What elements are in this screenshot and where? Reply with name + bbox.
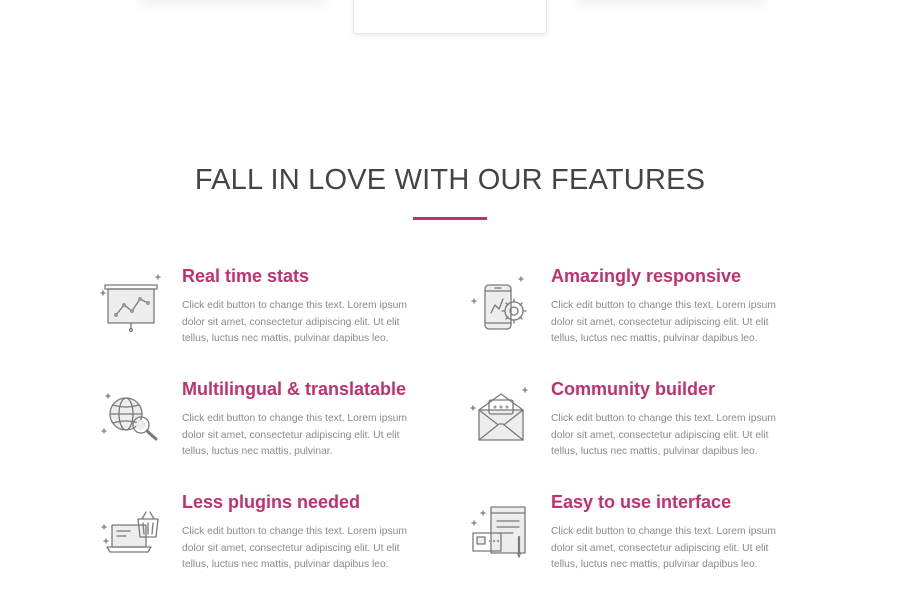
page: FALL IN LOVE WITH OUR FEATURES Real time… bbox=[0, 0, 900, 600]
feature-description: Click edit button to change this text. L… bbox=[551, 300, 776, 344]
mobile-gear-icon bbox=[469, 271, 531, 333]
globe-search-icon bbox=[100, 384, 162, 446]
feature-title: Amazingly responsive bbox=[551, 266, 742, 286]
laptop-basket-icon bbox=[100, 497, 162, 559]
presentation-chart-icon bbox=[100, 271, 162, 333]
document-pen-icon bbox=[469, 497, 531, 559]
feature-easy-interface: Easy to use interface Click edit button … bbox=[469, 491, 829, 591]
section-title: FALL IN LOVE WITH OUR FEATURES bbox=[194, 164, 706, 196]
feature-less-plugins: Less plugins needed Click edit button to… bbox=[100, 491, 460, 591]
previous-section-card bbox=[353, 0, 547, 34]
feature-real-time-stats: Real time stats Click edit button to cha… bbox=[100, 265, 460, 365]
feature-title: Less plugins needed bbox=[182, 492, 361, 512]
feature-description: Click edit button to change this text. L… bbox=[551, 526, 776, 570]
feature-community-builder: Community builder Click edit button to c… bbox=[469, 378, 829, 478]
feature-description: Click edit button to change this text. L… bbox=[182, 526, 407, 570]
feature-description: Click edit button to change this text. L… bbox=[551, 413, 776, 457]
feature-title: Easy to use interface bbox=[551, 492, 732, 512]
feature-description: Click edit button to change this text. L… bbox=[182, 300, 407, 344]
feature-description: Click edit button to change this text. L… bbox=[182, 413, 407, 457]
feature-title: Multilingual & translatable bbox=[182, 379, 407, 399]
feature-amazingly-responsive: Amazingly responsive Click edit button t… bbox=[469, 265, 829, 365]
feature-multilingual: Multilingual & translatable Click edit b… bbox=[100, 378, 460, 478]
title-divider bbox=[413, 217, 487, 220]
envelope-chat-icon bbox=[469, 384, 531, 446]
feature-title: Community builder bbox=[551, 379, 716, 399]
feature-title: Real time stats bbox=[182, 266, 310, 286]
